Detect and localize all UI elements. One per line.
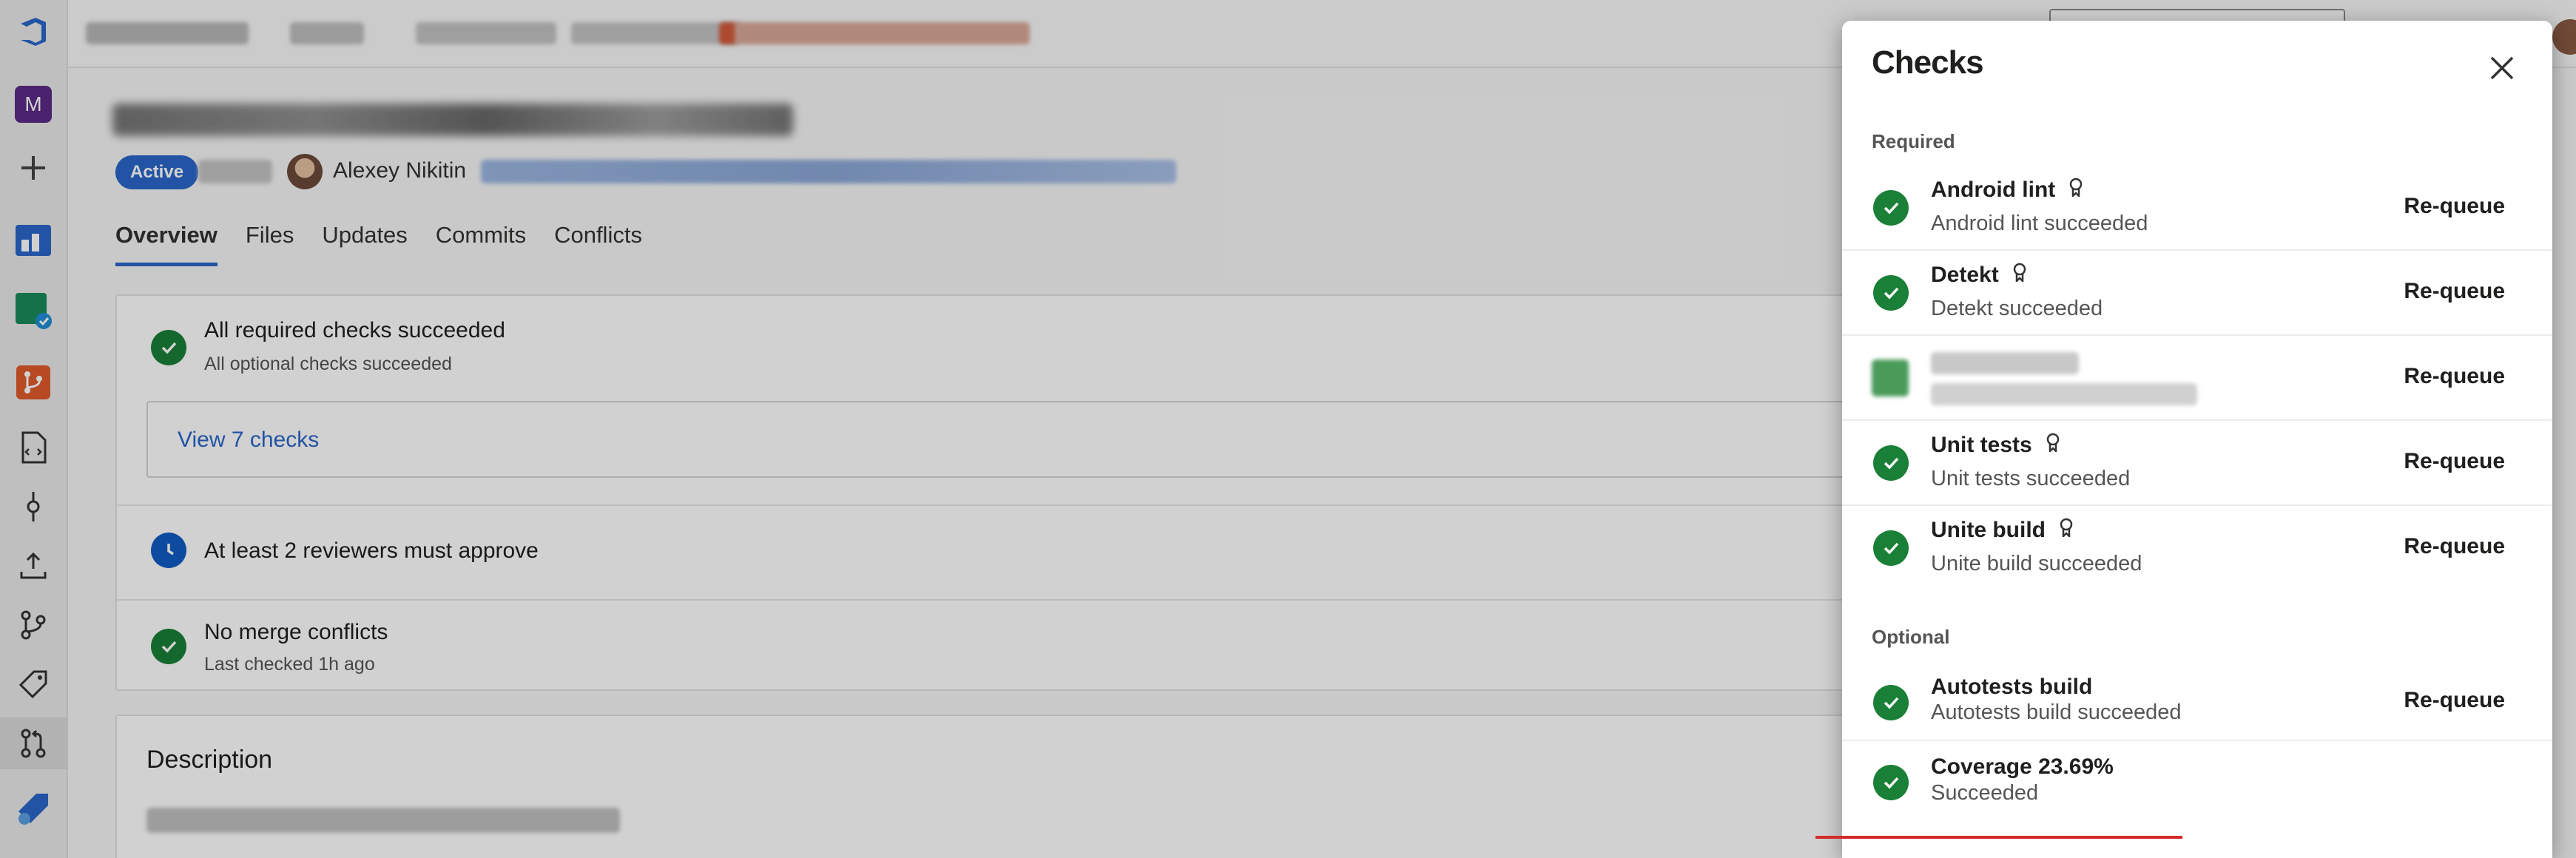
check-name-text: Coverage 23.69% (1931, 754, 2114, 779)
requeue-button[interactable]: Re-queue (2404, 449, 2505, 474)
required-badge-icon (2059, 518, 2074, 543)
required-badge-icon (2068, 178, 2083, 203)
check-status: Detekt succeeded (1931, 297, 2103, 320)
redacted-status-icon (1872, 359, 1909, 396)
check-status: Unit tests succeeded (1931, 467, 2131, 490)
check-name: Android lint (1931, 178, 2083, 203)
checks-panel: Checks Required Android lint Android lin… (1842, 21, 2552, 858)
check-name: Detekt (1931, 263, 2027, 288)
check-name-text: Unite build (1931, 518, 2046, 542)
required-section-label: Required (1872, 130, 1955, 152)
check-name-text: Unit tests (1931, 433, 2032, 457)
required-badge-icon (2046, 433, 2060, 458)
check-row-unit-tests[interactable]: Unit tests Unit tests succeeded Re-queue (1842, 421, 2552, 506)
check-name: Autotests build (1931, 675, 2092, 700)
check-success-icon (1873, 685, 1909, 720)
requeue-button[interactable]: Re-queue (2404, 194, 2505, 219)
check-name-text: Detekt (1931, 263, 1999, 287)
check-name: Coverage 23.69% (1931, 754, 2114, 780)
check-success-icon (1873, 765, 1909, 800)
check-success-icon (1873, 275, 1909, 311)
check-row-detekt[interactable]: Detekt Detekt succeeded Re-queue (1842, 251, 2552, 336)
check-status: Unite build succeeded (1931, 552, 2142, 575)
check-name: Unite build (1931, 518, 2074, 543)
check-row-redacted[interactable]: Re-queue (1842, 336, 2552, 421)
check-status-redacted (1931, 383, 2197, 405)
check-name: Unit tests (1931, 433, 2060, 458)
requeue-button[interactable]: Re-queue (2404, 364, 2505, 389)
requeue-button[interactable]: Re-queue (2404, 279, 2505, 304)
requeue-button[interactable]: Re-queue (2404, 534, 2505, 559)
check-status: Autotests build succeeded (1931, 700, 2182, 724)
check-status: Android lint succeeded (1931, 212, 2148, 235)
annotation-underline (1815, 836, 2182, 839)
close-icon[interactable] (2486, 52, 2518, 84)
check-row-android-lint[interactable]: Android lint Android lint succeeded Re-q… (1842, 166, 2552, 251)
required-badge-icon (2012, 263, 2027, 288)
check-success-icon (1873, 190, 1909, 226)
check-name-redacted (1931, 352, 2079, 374)
optional-section-label: Optional (1872, 626, 1950, 648)
check-row-coverage[interactable]: Coverage 23.69% Succeeded (1842, 743, 2552, 824)
requeue-button[interactable]: Re-queue (2404, 688, 2505, 713)
check-name-text: Android lint (1931, 178, 2056, 202)
panel-title: Checks (1872, 44, 1984, 81)
check-success-icon (1873, 530, 1909, 566)
check-row-unite-build[interactable]: Unite build Unite build succeeded Re-que… (1842, 506, 2552, 591)
check-success-icon (1873, 445, 1909, 481)
check-status: Succeeded (1931, 781, 2039, 805)
check-row-autotests-build[interactable]: Autotests build Autotests build succeede… (1842, 660, 2552, 741)
check-name-text: Autotests build (1931, 675, 2093, 699)
